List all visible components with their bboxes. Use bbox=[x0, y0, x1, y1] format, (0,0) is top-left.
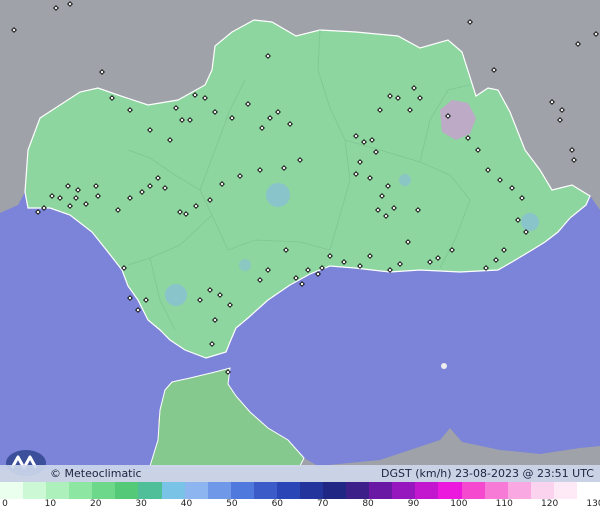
scale-swatch bbox=[69, 482, 93, 499]
scale-tick-label: 80 bbox=[362, 499, 374, 509]
scale-swatch bbox=[253, 482, 277, 499]
gust-spot bbox=[239, 259, 251, 271]
scale-swatch bbox=[300, 482, 324, 499]
scale-swatch bbox=[276, 482, 301, 499]
gust-spot bbox=[266, 183, 290, 207]
scale-swatch bbox=[392, 482, 416, 499]
scale-swatch bbox=[553, 482, 577, 499]
info-bar: © Meteoclimatic DGST (km/h) 23-08-2023 @… bbox=[0, 465, 600, 482]
scale-swatch bbox=[576, 482, 600, 499]
scale-swatch bbox=[92, 482, 116, 499]
scale-swatch bbox=[230, 482, 254, 499]
scale-tick-label: 130 bbox=[586, 499, 600, 509]
scale-tick-label: 100 bbox=[450, 499, 468, 509]
scale-swatch bbox=[23, 482, 47, 499]
wind-gust-map bbox=[0, 0, 600, 482]
scale-tick-label: 10 bbox=[44, 499, 57, 509]
gust-spot bbox=[165, 284, 187, 306]
scale-swatch bbox=[46, 482, 70, 499]
scale-tick-label: 40 bbox=[180, 499, 193, 509]
scale-tick-label: 30 bbox=[135, 499, 147, 509]
scale-swatch bbox=[207, 482, 231, 499]
brand-label: © Meteoclimatic bbox=[50, 467, 142, 480]
island bbox=[441, 363, 447, 369]
scale-swatch bbox=[530, 482, 554, 499]
scale-swatch bbox=[461, 482, 485, 499]
scale-swatch bbox=[346, 482, 370, 499]
scale-tick-label: 20 bbox=[90, 499, 102, 509]
scale-tick-label: 120 bbox=[541, 499, 559, 509]
map-caption: DGST (km/h) 23-08-2023 @ 23:51 UTC bbox=[381, 467, 594, 480]
scale-tick-label: 110 bbox=[495, 499, 513, 509]
scale-swatch bbox=[369, 482, 393, 499]
scale-swatch bbox=[115, 482, 139, 499]
scale-tick-label: 90 bbox=[407, 499, 420, 509]
scale-swatch bbox=[438, 482, 462, 499]
color-scale: 0 10 20 30 40 50 60 70 80 90 100 110 120 130 bbox=[0, 482, 600, 517]
variable-label: DGST bbox=[381, 467, 412, 480]
scale-swatch bbox=[184, 482, 208, 499]
scale-tick-label: 70 bbox=[316, 499, 329, 509]
scale-swatch bbox=[415, 482, 439, 499]
scale-swatch bbox=[138, 482, 162, 499]
scale-swatch bbox=[161, 482, 185, 499]
scale-tick-label: 60 bbox=[271, 499, 284, 509]
unit-label: (km/h) bbox=[415, 467, 452, 480]
scale-swatch bbox=[323, 482, 347, 499]
scale-tick-label: 0 bbox=[2, 499, 8, 509]
scale-swatch bbox=[507, 482, 531, 499]
scale-swatch bbox=[484, 482, 508, 499]
color-scale-bar bbox=[0, 482, 600, 499]
datetime-label: 23-08-2023 @ 23:51 UTC bbox=[455, 467, 594, 480]
gust-spot bbox=[521, 213, 539, 231]
gust-spot bbox=[399, 174, 411, 186]
scale-tick-label: 50 bbox=[226, 499, 238, 509]
scale-swatch bbox=[0, 482, 24, 499]
